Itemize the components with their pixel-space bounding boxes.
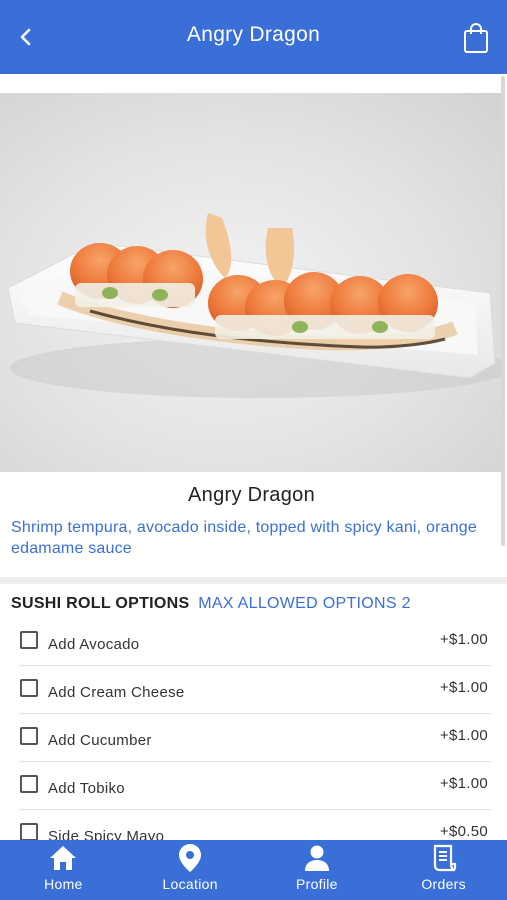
home-icon	[50, 846, 77, 870]
option-row-cream-cheese[interactable]: Add Cream Cheese +$1.00	[19, 666, 492, 714]
app-header: Angry Dragon	[0, 0, 507, 74]
item-description: Shrimp tempura, avocado inside, topped w…	[11, 519, 477, 557]
nav-item-location[interactable]: Location	[127, 840, 254, 900]
options-title: SUSHI ROLL OPTIONS	[11, 595, 190, 612]
option-checkbox[interactable]	[20, 775, 38, 793]
option-label: Add Avocado	[48, 636, 140, 653]
option-row-avocado[interactable]: Add Avocado +$1.00	[19, 618, 492, 666]
nav-label: Profile	[295, 876, 338, 892]
options-list: Add Avocado +$1.00 Add Cream Cheese +$1.…	[19, 618, 492, 840]
option-price: +$1.00	[439, 679, 488, 696]
shopping-bag-icon	[464, 23, 488, 53]
option-row-cucumber[interactable]: Add Cucumber +$1.00	[19, 714, 492, 762]
bottom-nav: Home Location Profile Orders	[0, 840, 507, 900]
option-label: Add Tobiko	[48, 780, 125, 797]
option-price: +$1.00	[439, 727, 488, 744]
option-price: +$1.00	[439, 631, 488, 648]
item-detail-content[interactable]: Angry Dragon Shrimp tempura, avocado ins…	[0, 74, 507, 840]
option-price: +$0.50	[439, 823, 488, 840]
option-label: Side Spicy Mayo	[48, 828, 165, 840]
option-checkbox[interactable]	[20, 727, 38, 745]
sushi-plate-illustration	[7, 213, 503, 398]
option-label: Add Cucumber	[48, 732, 152, 749]
nav-label: Location	[162, 876, 218, 892]
option-checkbox[interactable]	[20, 631, 38, 649]
section-divider	[0, 577, 507, 584]
option-checkbox[interactable]	[20, 679, 38, 697]
options-max-label: MAX ALLOWED OPTIONS 2	[198, 595, 411, 612]
nav-label: Home	[44, 876, 83, 892]
nav-item-orders[interactable]: Orders	[380, 840, 507, 900]
location-pin-icon	[179, 844, 202, 872]
nav-label: Orders	[421, 876, 466, 892]
cart-button[interactable]	[462, 21, 490, 55]
page-title: Angry Dragon	[186, 23, 321, 46]
option-row-tobiko[interactable]: Add Tobiko +$1.00	[19, 762, 492, 810]
nav-item-profile[interactable]: Profile	[254, 840, 381, 900]
option-checkbox[interactable]	[20, 823, 38, 840]
nav-item-home[interactable]: Home	[0, 840, 127, 900]
option-label: Add Cream Cheese	[48, 684, 185, 701]
option-price: +$1.00	[439, 775, 488, 792]
item-name: Angry Dragon	[188, 484, 315, 506]
person-icon	[304, 845, 329, 871]
receipt-icon	[433, 844, 456, 872]
sushi-roll-photo	[0, 93, 503, 472]
option-row-spicy-mayo[interactable]: Side Spicy Mayo +$0.50	[19, 810, 492, 840]
scrollbar[interactable]	[501, 76, 505, 546]
options-header: SUSHI ROLL OPTIONS MAX ALLOWED OPTIONS 2	[11, 595, 411, 613]
